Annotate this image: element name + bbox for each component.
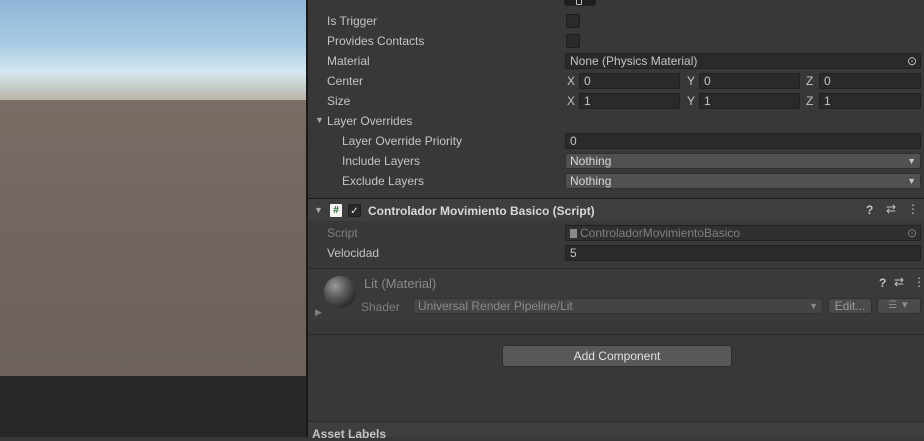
size-z-field[interactable]: 1 [819, 93, 921, 109]
asset-labels-bar[interactable]: Asset Labels [308, 422, 924, 441]
chevron-down-icon: ▼ [809, 301, 818, 311]
chevron-down-icon: ▼ [907, 156, 916, 166]
center-y-axis-label[interactable]: Y [687, 74, 695, 88]
exclude-layers-value: Nothing [570, 174, 612, 188]
csharp-script-icon: # [330, 204, 342, 217]
size-x-field[interactable]: 1 [579, 93, 680, 109]
center-label: Center [327, 74, 364, 88]
add-component-button[interactable]: Add Component [502, 345, 732, 367]
script-component-header[interactable]: ▼ # ✓ Controlador Movimiento Basico (Scr… [308, 199, 924, 221]
shader-label: Shader [361, 300, 400, 314]
material-object-field[interactable]: None (Physics Material) ⊙ [565, 53, 921, 69]
material-title: Lit (Material) [364, 276, 437, 291]
more-options-icon[interactable]: ⋮ [907, 202, 919, 216]
scene-ground [0, 100, 306, 376]
size-label: Size [327, 94, 351, 108]
layer-override-priority-row: Layer Override Priority 0 [308, 131, 924, 151]
list-icon: ☰ [888, 300, 898, 311]
script-object-field: ControladorMovimientoBasico ⊙ [565, 225, 921, 241]
material-label: Material [327, 54, 370, 68]
center-row: Center X 0 Y 0 Z 0 [308, 71, 924, 91]
include-layers-value: Nothing [570, 154, 612, 168]
scene-view[interactable] [0, 0, 306, 437]
inspector-panel: Is Trigger Provides Contacts Material No… [308, 0, 924, 441]
chevron-down-icon: ▼ [899, 300, 910, 311]
shader-value: Universal Render Pipeline/Lit [418, 299, 573, 313]
provides-contacts-checkbox[interactable] [566, 34, 580, 48]
material-header[interactable]: Lit (Material) ? ⇄ ⋮ Shader Universal Re… [308, 269, 924, 323]
section-separator [308, 334, 924, 335]
velocidad-row: Velocidad 5 [308, 243, 924, 263]
size-z-axis-label[interactable]: Z [806, 94, 813, 108]
center-z-axis-label[interactable]: Z [806, 74, 813, 88]
size-row: Size X 1 Y 1 Z 1 [308, 91, 924, 111]
edit-collider-button[interactable] [564, 0, 596, 6]
velocidad-field[interactable]: 5 [565, 245, 921, 261]
center-y-field[interactable]: 0 [699, 73, 800, 89]
shader-dropdown[interactable]: Universal Render Pipeline/Lit ▼ [413, 298, 823, 314]
include-layers-label: Include Layers [342, 154, 421, 168]
provides-contacts-row: Provides Contacts [308, 31, 924, 51]
script-label: Script [327, 226, 358, 240]
include-layers-dropdown[interactable]: Nothing ▼ [565, 153, 921, 169]
is-trigger-checkbox[interactable] [566, 14, 580, 28]
center-z-field[interactable]: 0 [819, 73, 921, 89]
edit-shader-button[interactable]: Edit... [828, 298, 872, 314]
script-row: Script ControladorMovimientoBasico ⊙ [308, 223, 924, 243]
size-y-axis-label[interactable]: Y [687, 94, 695, 108]
script-file-icon [570, 229, 577, 238]
foldout-closed-icon[interactable]: ▶ [315, 307, 322, 318]
center-x-axis-label[interactable]: X [567, 74, 575, 88]
script-value: ControladorMovimientoBasico [580, 226, 741, 240]
is-trigger-label: Is Trigger [327, 14, 378, 28]
presets-icon[interactable]: ⇄ [894, 275, 904, 289]
foldout-open-icon[interactable]: ▼ [314, 205, 323, 215]
provides-contacts-label: Provides Contacts [327, 34, 425, 48]
presets-icon[interactable]: ⇄ [886, 202, 896, 216]
material-preview-sphere [324, 276, 356, 308]
layer-overrides-foldout[interactable]: ▼ Layer Overrides [308, 111, 924, 131]
shader-options-button[interactable]: ☰ ▼ [877, 298, 921, 314]
layer-overrides-label: Layer Overrides [327, 114, 413, 128]
layer-override-priority-field[interactable]: 0 [565, 133, 921, 149]
is-trigger-row: Is Trigger [308, 11, 924, 31]
object-picker-icon[interactable]: ⊙ [907, 54, 917, 68]
size-y-field[interactable]: 1 [699, 93, 800, 109]
chevron-down-icon: ▼ [907, 176, 916, 186]
include-layers-row: Include Layers Nothing ▼ [308, 151, 924, 171]
size-x-axis-label[interactable]: X [567, 94, 575, 108]
material-value: None (Physics Material) [570, 54, 698, 68]
help-icon[interactable]: ? [879, 276, 886, 290]
velocidad-label: Velocidad [327, 246, 380, 260]
exclude-layers-label: Exclude Layers [342, 174, 425, 188]
object-picker-icon: ⊙ [906, 226, 917, 240]
help-icon[interactable]: ? [866, 203, 873, 217]
scene-sky [0, 0, 306, 100]
layer-override-priority-label: Layer Override Priority [342, 134, 463, 148]
more-options-icon[interactable]: ⋮ [913, 275, 924, 289]
asset-labels-title: Asset Labels [312, 427, 387, 441]
foldout-open-icon: ▼ [315, 115, 324, 125]
exclude-layers-dropdown[interactable]: Nothing ▼ [565, 173, 921, 189]
exclude-layers-row: Exclude Layers Nothing ▼ [308, 171, 924, 191]
script-component-title: Controlador Movimiento Basico (Script) [368, 204, 595, 218]
center-x-field[interactable]: 0 [579, 73, 680, 89]
scene-footer-panel [0, 376, 306, 437]
material-row: Material None (Physics Material) ⊙ [308, 51, 924, 71]
component-enabled-checkbox[interactable]: ✓ [348, 204, 361, 217]
